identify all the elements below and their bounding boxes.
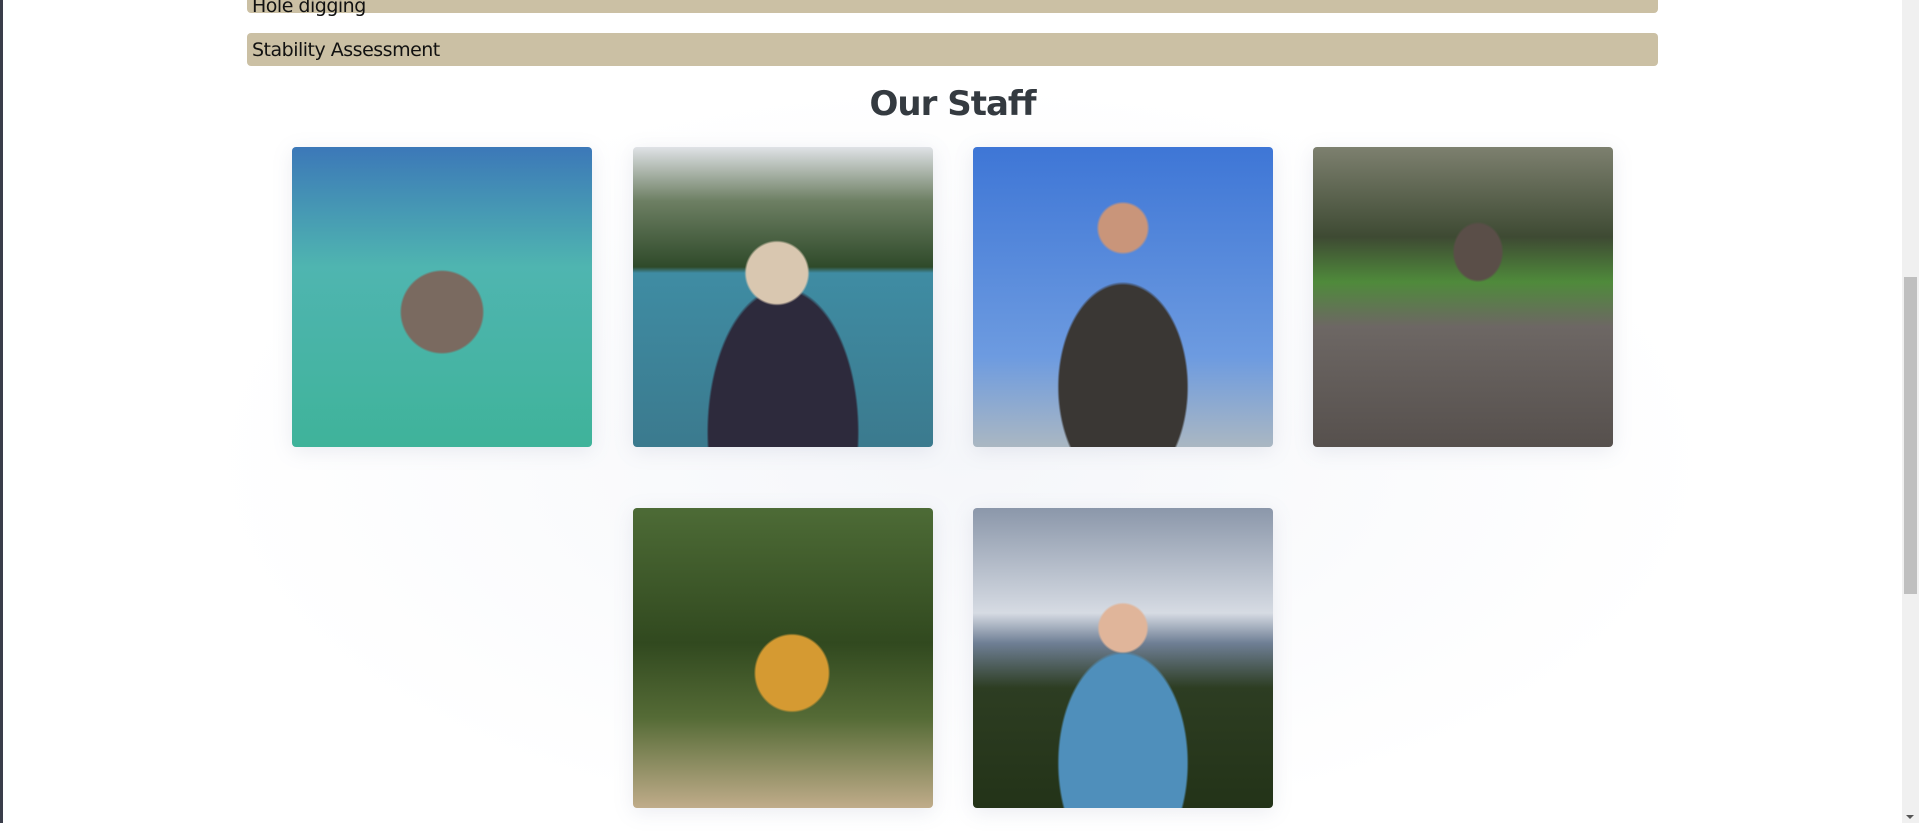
- scrollbar-thumb[interactable]: [1904, 276, 1917, 594]
- staff-heading: Our Staff: [869, 84, 1037, 124]
- service-label: Hole digging: [252, 0, 366, 17]
- staff-photo-snorkeler: [292, 147, 592, 447]
- scroll-down-arrow-icon[interactable]: [1906, 815, 1914, 819]
- staff-photo-woman-hi-vis-vest: [633, 508, 933, 808]
- service-item-hole-digging[interactable]: Hole digging: [247, 0, 1658, 17]
- staff-photo-young-man-sweatshirt: [973, 147, 1273, 447]
- staff-photo-skateboarder: [1313, 147, 1613, 447]
- vertical-scrollbar[interactable]: [1902, 0, 1919, 823]
- service-label: Stability Assessment: [252, 38, 440, 61]
- service-item-stability-assessment[interactable]: Stability Assessment: [247, 33, 1658, 66]
- staff-photo-man-sunglasses: [633, 147, 933, 447]
- staff-photo-young-man-hoodie: [973, 508, 1273, 808]
